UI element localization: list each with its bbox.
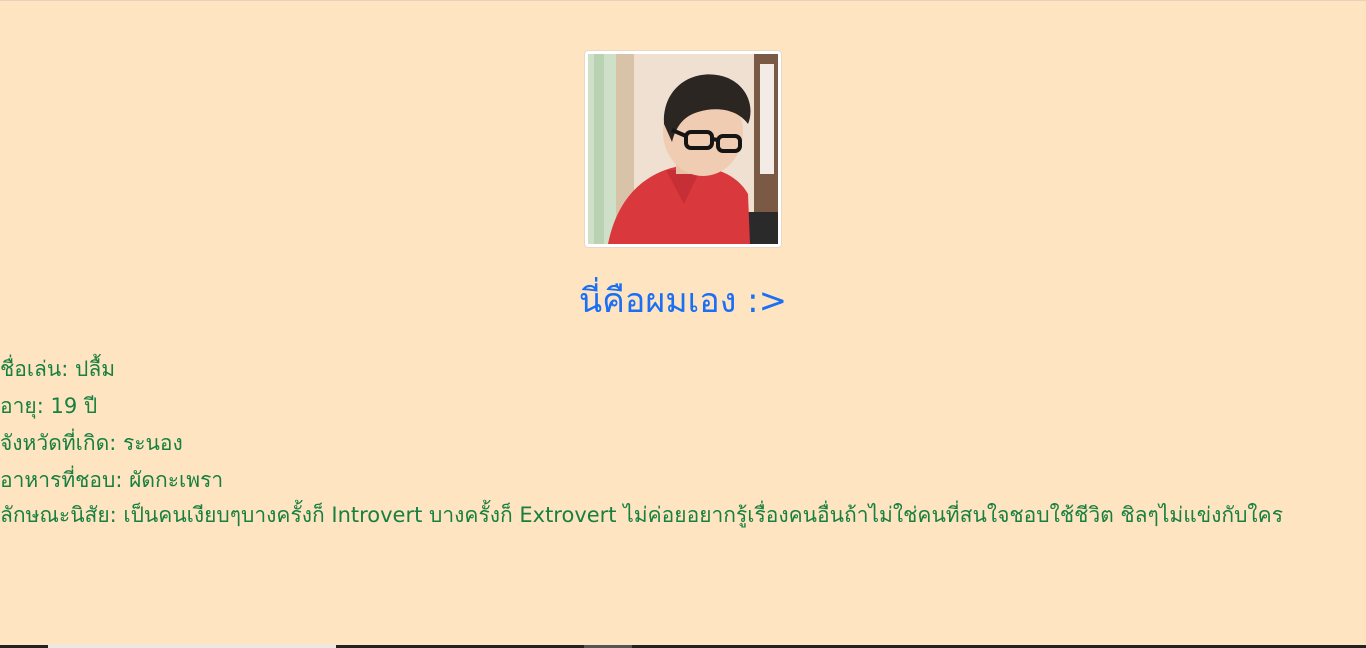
profile-photo-frame	[584, 50, 782, 248]
age-line: อายุ: 19 ปี	[0, 394, 98, 418]
page-title: นี่คือผมเอง :>	[578, 281, 788, 321]
page: นี่คือผมเอง :> ชื่อเล่น: ปลื้ม อายุ: 19 …	[0, 0, 1366, 648]
favorite-food-line: อาหารที่ชอบ: ผัดกะเพรา	[0, 468, 224, 492]
birthplace-line: จังหวัดที่เกิด: ระนอง	[0, 431, 183, 455]
profile-info: ชื่อเล่น: ปลื้ม อายุ: 19 ปี จังหวัดที่เก…	[0, 353, 1340, 534]
personality-line: ลักษณะนิสัย: เป็นคนเงียบๆบางครั้งก็ Intr…	[0, 503, 1284, 527]
top-divider	[0, 0, 1366, 1]
nickname-line: ชื่อเล่น: ปลื้ม	[0, 357, 116, 381]
profile-photo	[588, 54, 778, 244]
